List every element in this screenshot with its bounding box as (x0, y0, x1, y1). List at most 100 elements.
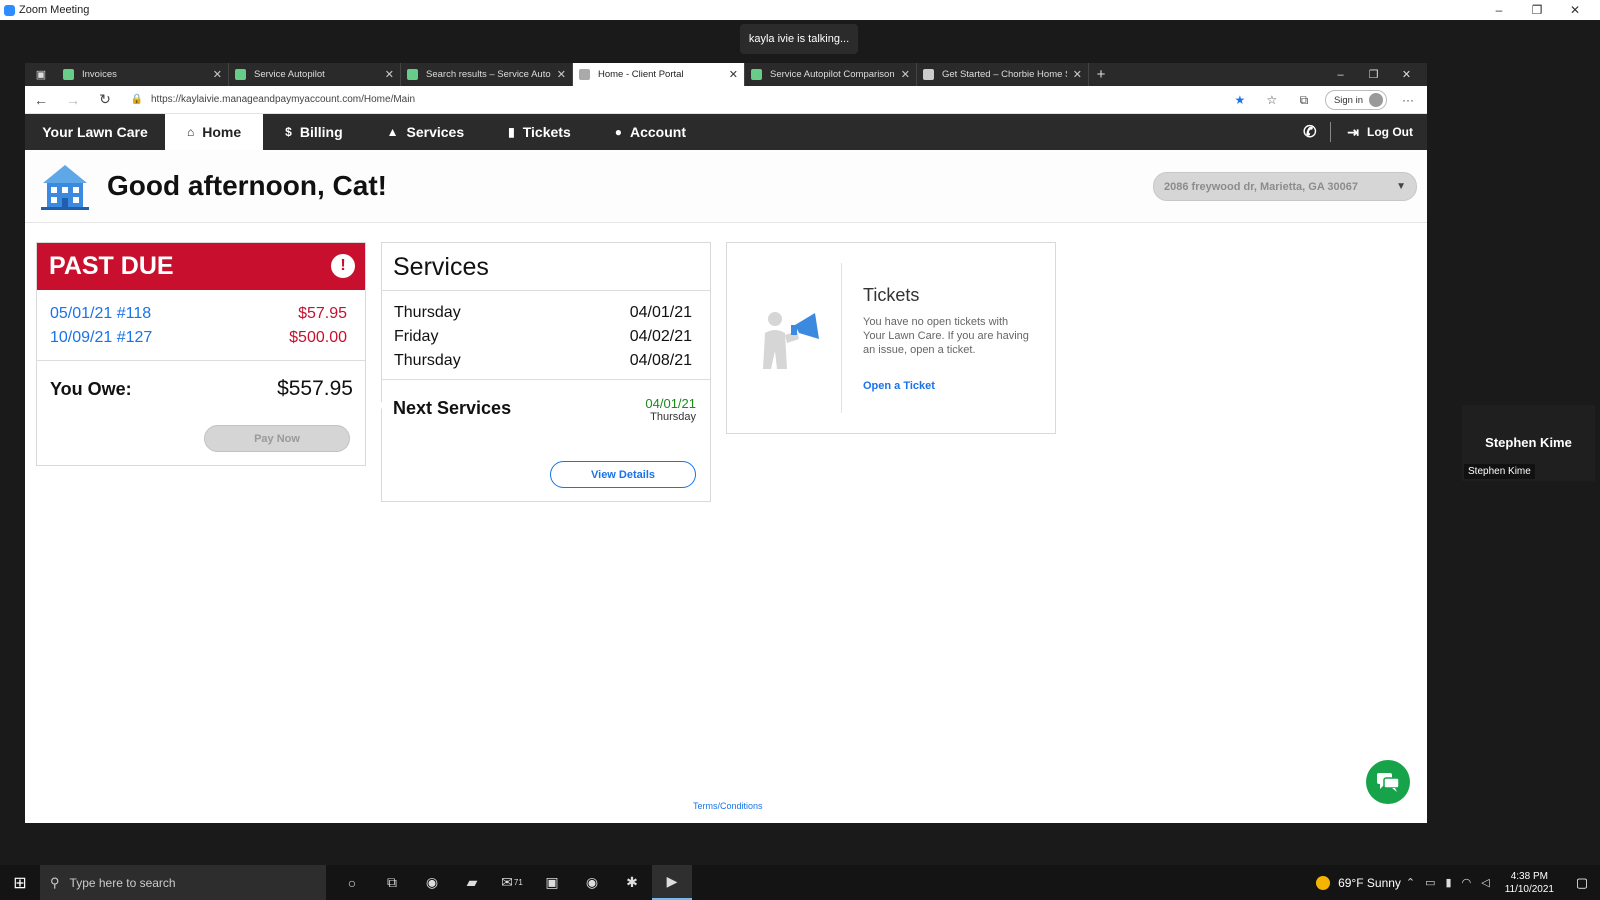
browser-tab[interactable]: Invoices ✕ (57, 63, 229, 86)
new-tab-icon[interactable]: + (1089, 63, 1113, 86)
sign-in-button[interactable]: Sign in (1324, 90, 1387, 110)
zoom-app-icon[interactable]: ▶ (652, 865, 692, 900)
browser-minimize-icon[interactable]: – (1324, 63, 1357, 86)
browser-tab-active[interactable]: Home - Client Portal ✕ (573, 63, 745, 86)
windows-start-icon[interactable]: ⊞ (0, 873, 40, 893)
mail-icon[interactable]: ✉ 71 (492, 865, 532, 900)
mail-badge: 71 (513, 878, 523, 887)
chat-button[interactable] (1366, 760, 1410, 804)
site-brand[interactable]: Your Lawn Care (25, 114, 165, 150)
invoice-link[interactable]: 05/01/21 #118 (50, 302, 151, 326)
service-day: Thursday (394, 304, 461, 321)
wifi-icon[interactable]: ◠ (1462, 876, 1472, 889)
restore-icon[interactable]: ❐ (1518, 0, 1556, 20)
tab-favicon-icon (923, 69, 934, 80)
browser-tab[interactable]: Service Autopilot Comparison Cl ✕ (745, 63, 917, 86)
tab-actions-icon[interactable]: ▣ (25, 63, 57, 86)
tab-close-icon[interactable]: ✕ (213, 68, 222, 81)
refresh-icon[interactable]: ↻ (89, 91, 121, 108)
volume-icon[interactable]: ◁ (1481, 876, 1489, 889)
cortana-icon[interactable]: ○ (332, 865, 372, 900)
nav-right: ✆ ⇥ Log Out (1299, 114, 1413, 150)
nvidia-icon[interactable]: ▣ (532, 865, 572, 900)
chrome-icon[interactable]: ◉ (412, 865, 452, 900)
list-item: 05/01/21 #118 $57.95 (50, 302, 347, 326)
battery-icon[interactable]: ▮ (1446, 876, 1452, 889)
nav-item-tickets[interactable]: ▮ Tickets (486, 114, 593, 150)
meet-now-icon[interactable]: ▭ (1425, 876, 1435, 889)
taskbar-clock[interactable]: 4:38 PM 11/10/2021 (1505, 870, 1554, 896)
browser-tabstrip: ▣ Invoices ✕ Service Autopilot ✕ Search re… (25, 63, 1427, 86)
services-title: Services (382, 243, 710, 291)
minimize-icon[interactable]: – (1480, 0, 1518, 20)
service-day: Thursday (394, 352, 461, 369)
url-field[interactable]: https://kaylaivie.manageandpaymyaccount.… (151, 94, 415, 105)
zoom-logo-icon (4, 4, 15, 16)
tab-favicon-icon (407, 69, 418, 80)
chevron-up-icon[interactable]: ⌃ (1406, 876, 1415, 889)
page-title: Good afternoon, Cat! (107, 170, 387, 201)
task-view-icon[interactable]: ⧉ (372, 865, 412, 900)
participant-name: Stephen Kime (1485, 435, 1572, 450)
chrome-profile-icon[interactable]: ◉ (572, 865, 612, 900)
chat-icon (1377, 773, 1400, 792)
service-date: 04/01/21 (629, 304, 692, 321)
tab-favicon-icon (63, 69, 74, 80)
nav-item-account[interactable]: ● Account (593, 114, 708, 150)
next-service-day: Thursday (650, 411, 696, 423)
terms-link[interactable]: Terms/Conditions (693, 801, 763, 811)
collections-icon[interactable]: ⧉ (1293, 93, 1315, 108)
browser-tab[interactable]: Get Started – Chorbie Home Ser ✕ (917, 63, 1089, 86)
nav-item-billing[interactable]: $ Billing (263, 114, 364, 150)
address-select[interactable]: 2086 freywood dr, Marietta, GA 30067 ▼ (1153, 172, 1417, 201)
tab-close-icon[interactable]: ✕ (901, 68, 910, 81)
browser-restore-icon[interactable]: ❐ (1357, 63, 1390, 86)
chevron-down-icon: ▼ (1396, 181, 1406, 192)
tab-close-icon[interactable]: ✕ (557, 68, 566, 81)
tab-favicon-icon (751, 69, 762, 80)
list-item: Thursday 04/01/21 (394, 301, 692, 325)
phone-icon[interactable]: ✆ (1299, 122, 1332, 142)
tickets-title: Tickets (863, 285, 920, 305)
weather-text[interactable]: 69°F Sunny (1338, 876, 1401, 890)
nav-item-home[interactable]: ⌂ Home (165, 114, 264, 150)
tab-close-icon[interactable]: ✕ (729, 68, 738, 81)
participant-tile[interactable]: Stephen Kime Stephen Kime (1462, 405, 1595, 481)
notification-icon[interactable]: ▢ (1564, 875, 1600, 891)
slack-icon[interactable]: ✱ (612, 865, 652, 900)
close-icon[interactable]: ✕ (1556, 0, 1594, 20)
tab-close-icon[interactable]: ✕ (385, 68, 394, 81)
tickets-card: Tickets You have no open tickets with Yo… (726, 242, 1056, 434)
view-details-button[interactable]: View Details (550, 461, 696, 488)
nav-item-services[interactable]: ▲ Services (365, 114, 487, 150)
owe-label: You Owe: (50, 379, 132, 399)
open-ticket-link[interactable]: Open a Ticket (863, 380, 935, 392)
browser-close-icon[interactable]: ✕ (1390, 63, 1423, 86)
lock-icon[interactable]: 🔒 (127, 94, 147, 105)
favorites-icon[interactable]: ☆ (1261, 93, 1283, 107)
file-explorer-icon[interactable]: ▰ (452, 865, 492, 900)
favorite-star-icon[interactable]: ★ (1229, 93, 1251, 107)
past-due-card: PAST DUE ! 05/01/21 #118 $57.95 10/09/21… (36, 242, 366, 466)
taskbar-apps: ○ ⧉ ◉ ▰ ✉ 71 ▣ ◉ ✱ ▶ (332, 865, 692, 900)
next-services: Next Services 04/01/21 Thursday (382, 380, 710, 423)
list-item: 10/09/21 #127 $500.00 (50, 326, 347, 350)
tab-close-icon[interactable]: ✕ (1073, 68, 1082, 81)
invoice-link[interactable]: 10/09/21 #127 (50, 326, 152, 350)
window-controls: – ❐ ✕ (1480, 0, 1594, 20)
logout-icon[interactable]: ⇥ (1347, 124, 1359, 141)
pay-now-button[interactable]: Pay Now (204, 425, 350, 452)
back-icon[interactable]: ← (25, 92, 57, 108)
divider (841, 263, 842, 413)
invoice-amount: $57.95 (298, 305, 347, 322)
active-speaker-indicator: kayla ivie is talking... (740, 24, 858, 54)
forward-icon[interactable]: → (57, 92, 89, 108)
account-icon: ● (614, 125, 622, 139)
logout-link[interactable]: Log Out (1367, 125, 1413, 139)
browser-tab[interactable]: Search results – Service Autopilo✕ (401, 63, 573, 86)
tab-favicon-icon (579, 69, 590, 80)
browser-toolbar-right: ★ ☆ ⧉ Sign in ··· (1229, 86, 1419, 114)
more-menu-icon[interactable]: ··· (1397, 93, 1419, 107)
browser-tab[interactable]: Service Autopilot ✕ (229, 63, 401, 86)
taskbar-search[interactable]: ⚲ Type here to search (40, 865, 326, 900)
